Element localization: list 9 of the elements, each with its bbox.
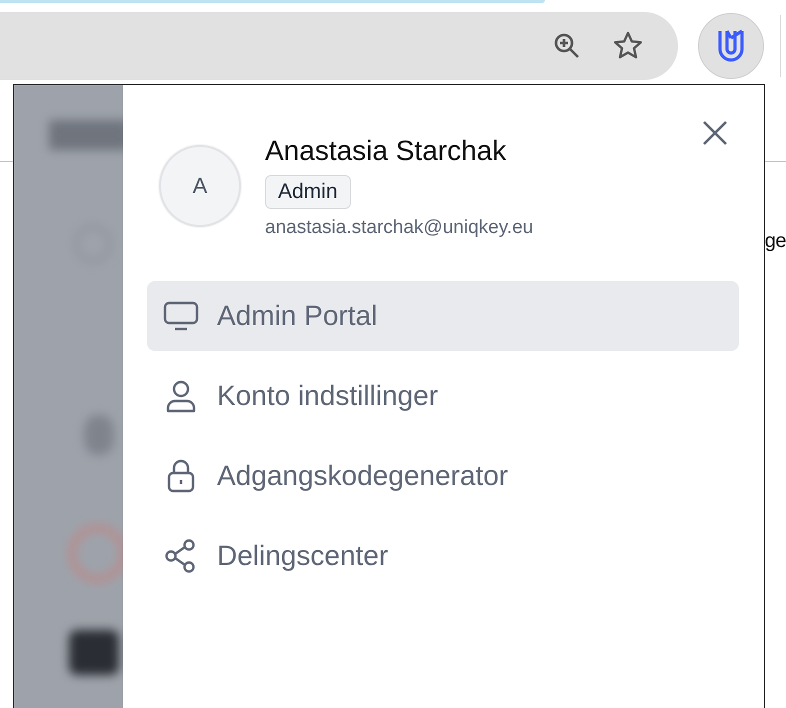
menu-item[interactable]: Konto indstillinger — [147, 361, 739, 431]
role-badge: Admin — [265, 175, 351, 209]
user-email: anastasia.starchak@uniqkey.eu — [265, 217, 534, 239]
page-text: ge — [764, 230, 786, 253]
menu-item[interactable]: Adgangskodegenerator — [147, 441, 739, 511]
avatar: A — [159, 145, 241, 227]
menu-item[interactable]: Admin Portal — [147, 281, 739, 351]
user-name: Anastasia Starchak — [265, 134, 508, 168]
menu-item[interactable]: Delingscenter — [147, 521, 739, 591]
